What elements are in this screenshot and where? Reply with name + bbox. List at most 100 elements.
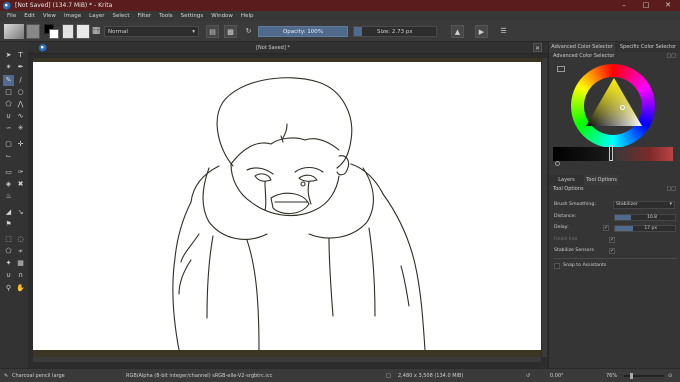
zoom-value[interactable]: 76% — [606, 369, 617, 382]
menu-filter[interactable]: Filter — [133, 13, 155, 19]
maximize-icon[interactable]: □ — [636, 0, 656, 11]
pan-tool-icon[interactable]: ✋ — [15, 283, 26, 294]
freehand-select-icon[interactable]: ≁ — [15, 246, 26, 257]
menu-help[interactable]: Help — [237, 13, 258, 19]
text-tool-icon[interactable]: T — [15, 50, 26, 61]
vertical-scrollbar[interactable] — [542, 58, 547, 357]
tab-layers[interactable]: Layers — [549, 175, 584, 185]
freehand-path-icon[interactable]: ∿ — [15, 111, 26, 122]
document-tab[interactable]: [Not Saved] * — [228, 42, 318, 54]
gradient-tool-icon[interactable]: ▭ — [3, 167, 14, 178]
size-slider[interactable]: Size: 2.73 px — [353, 26, 437, 37]
snap-checkbox[interactable] — [554, 263, 560, 269]
float-dock-icon[interactable]: □□ — [667, 53, 676, 59]
tab-advanced-color-selector[interactable]: Advanced Color Selector — [549, 42, 615, 52]
horizontal-scrollbar[interactable] — [33, 357, 541, 362]
grid-icon[interactable]: ▦ — [90, 24, 102, 39]
fill-tool-icon[interactable]: ♨ — [3, 191, 14, 202]
distance-slider[interactable]: 10.8 — [614, 214, 676, 221]
history-selector-handle[interactable] — [609, 145, 613, 161]
color-picker-icon[interactable]: ✑ — [15, 167, 26, 178]
polygon-tool-icon[interactable]: ⬠ — [3, 99, 14, 110]
menu-tools[interactable]: Tools — [155, 13, 177, 19]
brush-smoothing-select[interactable]: Stabilizer ▾ — [613, 201, 675, 209]
menu-window[interactable]: Window — [207, 13, 237, 19]
contiguous-select-icon[interactable]: ✦ — [3, 258, 14, 269]
assistant-tool-icon[interactable]: ◢ — [3, 207, 14, 218]
rotation-value[interactable]: 0.00° — [550, 369, 564, 382]
eraser-icon[interactable]: ▤ — [206, 25, 219, 38]
toolbox: ➤ T ✶ ✒ ✎ ∕ □ ○ ⬠ ⋀ ∪ ∿ ∽ ✳ ▢ ✛ ⌙ ▭ ✑ ◈ … — [0, 42, 28, 368]
similar-select-icon[interactable]: ▦ — [15, 258, 26, 269]
move-tool-icon[interactable]: ✛ — [15, 139, 26, 150]
close-tab-icon[interactable]: ✕ — [533, 43, 542, 52]
crop-tool-icon[interactable]: ⌙ — [3, 151, 14, 162]
menu-view[interactable]: View — [39, 13, 60, 19]
saturation-triangle[interactable] — [586, 78, 642, 128]
mirror-vertical-icon[interactable]: ▶ — [475, 25, 488, 38]
mirror-horizontal-icon[interactable]: ▲ — [451, 25, 464, 38]
measure-tool-icon[interactable]: ↘ — [15, 207, 26, 218]
color-swatches[interactable] — [44, 24, 60, 39]
drawing-canvas[interactable] — [33, 58, 541, 357]
tab-tool-options[interactable]: Tool Options — [584, 175, 619, 185]
delay-checkbox[interactable]: ✓ — [603, 225, 609, 231]
menu-layer[interactable]: Layer — [85, 13, 108, 19]
float-dock-icon-2[interactable]: □□ — [667, 186, 676, 192]
brush-preset-icon[interactable] — [76, 24, 90, 39]
multibrush-icon[interactable]: ✳ — [15, 123, 26, 134]
calligraphy-icon[interactable]: ✒ — [15, 62, 26, 73]
colorize-mask-icon[interactable]: ◈ — [3, 179, 14, 190]
opacity-slider[interactable]: Opacity: 100% — [258, 26, 348, 37]
menu-edit[interactable]: Edit — [20, 13, 39, 19]
background-color[interactable] — [49, 29, 59, 39]
menu-image[interactable]: Image — [60, 13, 85, 19]
close-icon[interactable]: ✕ — [658, 0, 678, 11]
finish-line-checkbox[interactable]: ✓ — [609, 237, 615, 243]
polyline-tool-icon[interactable]: ⋀ — [15, 99, 26, 110]
alpha-lock-icon[interactable]: ▩ — [224, 25, 237, 38]
rectangle-tool-icon[interactable]: □ — [3, 87, 14, 98]
blend-mode-select[interactable]: Normal ▾ — [104, 26, 199, 37]
menu-file[interactable]: File — [3, 13, 20, 19]
menu-select[interactable]: Select — [109, 13, 134, 19]
stabilize-sensors-checkbox[interactable]: ✓ — [609, 248, 615, 254]
color-history-strip[interactable] — [553, 147, 673, 161]
gradient-swatch[interactable] — [26, 24, 40, 39]
edit-shapes-icon[interactable]: ✶ — [3, 62, 14, 73]
stabilize-sensors-row: Stabilize Sensors ✓ — [553, 247, 677, 255]
transform-tool-icon[interactable]: ▢ — [3, 139, 14, 150]
select-shapes-icon[interactable]: ➤ — [3, 50, 14, 61]
brush-name: Charcoal pencil large — [12, 373, 65, 379]
delay-slider[interactable]: 17 px — [614, 225, 676, 232]
magnetic-select-icon[interactable]: ∩ — [15, 270, 26, 281]
color-settings-icon[interactable] — [557, 66, 565, 72]
zoom-slider-handle[interactable] — [630, 373, 633, 379]
minimize-icon[interactable]: – — [614, 0, 634, 11]
chevron-down-icon: ▾ — [192, 29, 195, 35]
zoom-tool-icon[interactable]: ⚲ — [3, 283, 14, 294]
zoom-fit-icon[interactable]: ⊙ — [668, 369, 672, 382]
smart-patch-icon[interactable]: ✖ — [15, 179, 26, 190]
ellipse-tool-icon[interactable]: ○ — [15, 87, 26, 98]
small-color-icon[interactable] — [555, 161, 560, 166]
pattern-swatch[interactable] — [62, 24, 74, 39]
zoom-slider[interactable] — [624, 373, 664, 379]
reload-preset-icon[interactable]: ↻ — [242, 25, 255, 38]
bezier-tool-icon[interactable]: ∪ — [3, 111, 14, 122]
menu-settings[interactable]: Settings — [177, 13, 208, 19]
bezier-select-icon[interactable]: ∪ — [3, 270, 14, 281]
line-tool-icon[interactable]: ∕ — [15, 75, 26, 86]
new-document-icon[interactable] — [4, 24, 24, 39]
ellipse-select-icon[interactable]: ◌ — [15, 234, 26, 245]
top-edge-strip — [33, 58, 541, 62]
distance-value: 10.8 — [646, 215, 657, 220]
wrap-icon[interactable]: ☰ — [497, 25, 510, 38]
rotate-icon[interactable]: ↺ — [526, 369, 530, 382]
rect-select-icon[interactable]: ⬚ — [3, 234, 14, 245]
reference-images-icon[interactable]: ⚑ — [3, 219, 14, 230]
dynamic-brush-icon[interactable]: ∽ — [3, 123, 14, 134]
polygon-select-icon[interactable]: ⬠ — [3, 246, 14, 257]
tab-specific-color-selector[interactable]: Specific Color Selector — [615, 42, 680, 52]
freehand-brush-icon[interactable]: ✎ — [3, 75, 14, 86]
